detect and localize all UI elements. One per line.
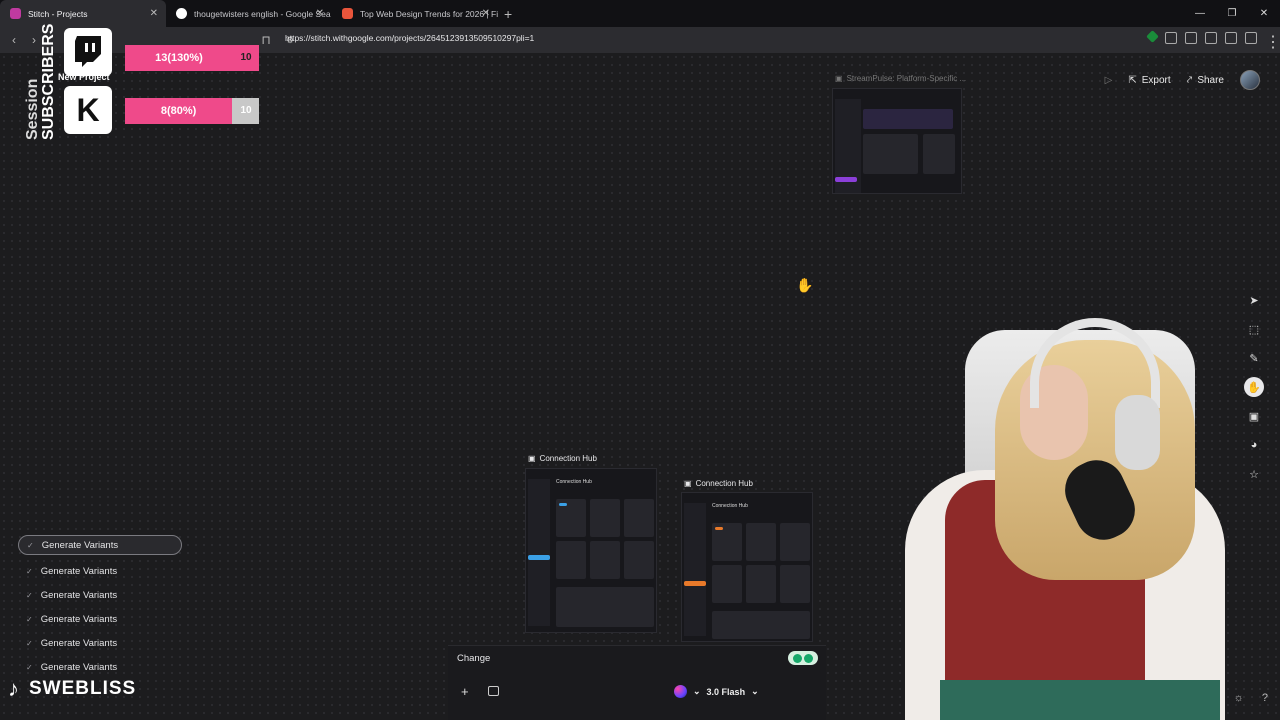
close-icon[interactable]: ✕ bbox=[482, 8, 490, 19]
check-icon: ✓ bbox=[26, 662, 33, 672]
extension-icons: ⋮ bbox=[1146, 30, 1280, 51]
frame-title[interactable]: ▣ Connection Hub bbox=[684, 479, 753, 488]
check-icon: ✓ bbox=[26, 590, 33, 600]
window-controls: — ❐ ✕ bbox=[1184, 0, 1280, 27]
help-icon[interactable]: ? bbox=[1262, 692, 1268, 704]
figma-favicon-icon bbox=[342, 8, 353, 19]
tab-label: Stitch - Projects bbox=[28, 8, 88, 19]
frame-icon: ▣ bbox=[835, 74, 843, 83]
back-icon[interactable]: ‹ bbox=[4, 33, 24, 47]
frame-thumbnail[interactable]: Connection Hub bbox=[681, 492, 813, 642]
tab-figma[interactable]: Top Web Design Trends for 2026 | Fig ✕ bbox=[332, 0, 498, 27]
maximize-icon[interactable]: ❐ bbox=[1216, 0, 1248, 27]
frame-title[interactable]: ▣ StreamPulse: Platform-Specific ... bbox=[835, 74, 966, 83]
settings-icon[interactable]: ☼ bbox=[1234, 692, 1244, 704]
minimize-icon[interactable]: — bbox=[1184, 0, 1216, 27]
star-icon[interactable]: ☆ bbox=[1244, 464, 1264, 484]
new-tab-icon[interactable]: + bbox=[504, 6, 512, 22]
twitch-logo-icon bbox=[64, 28, 112, 76]
tiktok-name: SWEBLISS bbox=[29, 678, 137, 699]
tiktok-icon: ♪ bbox=[8, 676, 19, 701]
list-item[interactable]: ✓ Generate Variants bbox=[18, 559, 182, 583]
browser-tabbar: Stitch - Projects ✕ thougetwisters engli… bbox=[0, 0, 1280, 27]
stitch-favicon-icon bbox=[10, 8, 21, 19]
kick-sub-progress: 8(80%) 10 bbox=[125, 98, 259, 124]
frame-icon: ▣ bbox=[528, 454, 536, 463]
avatar[interactable] bbox=[1240, 70, 1260, 90]
frame-thumbnail[interactable]: Connection Hub bbox=[525, 468, 657, 633]
tab-label: thougetwisters english - Google Sea bbox=[194, 8, 331, 19]
google-favicon-icon bbox=[176, 8, 187, 19]
list-item[interactable]: ✓ Generate Variants bbox=[18, 535, 182, 555]
list-item[interactable]: ✓ Generate Variants bbox=[18, 583, 182, 607]
extension-icon[interactable] bbox=[1185, 32, 1197, 44]
export-button[interactable]: ⇱ Export bbox=[1128, 75, 1170, 86]
sidebar-icon[interactable] bbox=[1245, 32, 1257, 44]
menu-icon[interactable]: ⋮ bbox=[1265, 32, 1280, 51]
list-item[interactable]: ✓ Generate Variants bbox=[18, 607, 182, 631]
share-button[interactable]: ⤤ Share bbox=[1187, 75, 1224, 86]
history-list: ✓ Generate Variants ✓ Generate Variants ✓ G… bbox=[18, 535, 182, 679]
hand-icon[interactable]: ✋ bbox=[1244, 377, 1264, 397]
bottom-icons: ☼ ? bbox=[1234, 692, 1268, 704]
prompt-input[interactable]: Change bbox=[457, 653, 490, 664]
prompt-box[interactable]: Change + ⌄ 3.0 Flash ⌄ bbox=[448, 645, 826, 720]
add-icon[interactable]: + bbox=[461, 684, 469, 699]
canvas-toolbar: ➤ ⬚ ✎ ✋ ▣ ◕ ☆ bbox=[1244, 290, 1264, 484]
subscribers-label: SUBSCRIBERS bbox=[40, 23, 57, 140]
grammarly-icon[interactable] bbox=[788, 651, 818, 665]
check-icon: ✓ bbox=[26, 638, 33, 648]
session-subscribers-overlay: Session SUBSCRIBERS bbox=[18, 24, 58, 140]
edit-icon[interactable]: ✎ bbox=[1244, 348, 1264, 368]
tab-stitch[interactable]: Stitch - Projects ✕ bbox=[0, 0, 166, 27]
extension-icon[interactable] bbox=[1146, 30, 1159, 43]
chevron-down-icon: ⌄ bbox=[693, 686, 701, 696]
model-selector[interactable]: ⌄ 3.0 Flash ⌄ bbox=[674, 685, 759, 698]
new-project-label[interactable]: New Project bbox=[58, 72, 110, 82]
select-frame-icon[interactable]: ⬚ bbox=[1244, 319, 1264, 339]
attach-image-icon[interactable] bbox=[488, 686, 499, 696]
export-label: Export bbox=[1141, 74, 1171, 86]
check-icon: ✓ bbox=[26, 566, 33, 576]
puzzle-icon[interactable] bbox=[1205, 32, 1217, 44]
extension-icon[interactable] bbox=[1165, 32, 1177, 44]
image-icon[interactable]: ▣ bbox=[1244, 406, 1264, 426]
tab-google[interactable]: thougetwisters english - Google Sea ✕ bbox=[166, 0, 332, 27]
share-icon: ⤤ bbox=[1186, 74, 1193, 86]
pointer-icon[interactable]: ➤ bbox=[1244, 290, 1264, 310]
close-icon[interactable]: ✕ bbox=[316, 8, 324, 19]
tiktok-handle: ♪ SWEBLISS bbox=[8, 676, 136, 702]
twitch-sub-progress: 13(130%) 10 bbox=[125, 45, 259, 71]
extension-icon[interactable] bbox=[1225, 32, 1237, 44]
window-close-icon[interactable]: ✕ bbox=[1248, 0, 1280, 27]
list-item[interactable]: ✓ Generate Variants bbox=[18, 631, 182, 655]
chevron-down-icon: ⌄ bbox=[751, 686, 759, 696]
frame-title[interactable]: ▣ Connection Hub bbox=[528, 454, 597, 463]
check-icon: ✓ bbox=[26, 614, 33, 624]
palette-icon[interactable]: ◕ bbox=[1244, 435, 1264, 455]
hand-cursor-icon: ✋ bbox=[796, 277, 814, 293]
kick-logo-icon: K bbox=[64, 86, 112, 134]
close-icon[interactable]: ✕ bbox=[150, 8, 158, 19]
frame-icon: ▣ bbox=[684, 479, 692, 488]
share-label: Share bbox=[1197, 74, 1224, 86]
frame-thumbnail[interactable] bbox=[832, 88, 962, 194]
bookmark-icon[interactable]: ⊓ bbox=[256, 33, 276, 47]
tab-label: Top Web Design Trends for 2026 | Fig bbox=[360, 8, 498, 19]
address-bar[interactable]: https://stitch.withgoogle.com/projects/2… bbox=[285, 33, 534, 43]
theme-orb-icon bbox=[674, 685, 687, 698]
model-label: 3.0 Flash bbox=[706, 686, 746, 697]
play-icon[interactable]: ▷ bbox=[1105, 75, 1113, 86]
export-icon: ⇱ bbox=[1128, 74, 1137, 86]
check-icon: ✓ bbox=[27, 540, 34, 550]
header-actions: ▷ ⇱ Export ⤤ Share bbox=[1105, 70, 1260, 90]
